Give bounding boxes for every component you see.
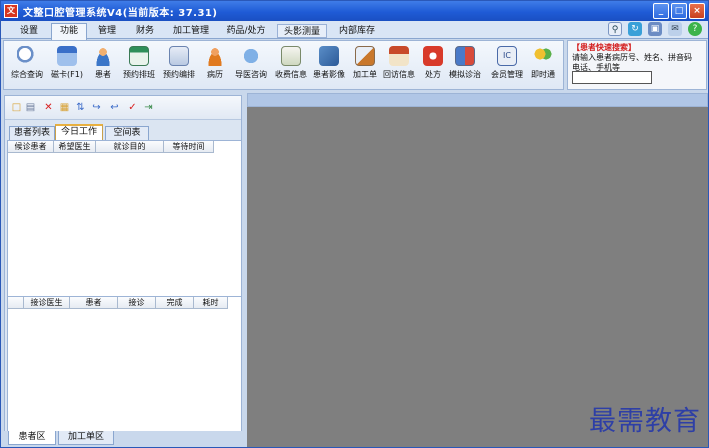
check-icon[interactable]: ✓ (127, 102, 138, 113)
chat-icon[interactable]: ✉ (668, 22, 682, 36)
schedule-icon (169, 46, 189, 66)
document-icon[interactable]: ▤ (25, 102, 36, 113)
waiting-grid-header: 候诊患者 希望医生 就诊目的 等待时间 (8, 141, 214, 153)
column-header[interactable]: 就诊目的 (96, 141, 164, 152)
watermark-text: 最需教育 (589, 406, 701, 437)
window-title: 文整口腔管理系统V4(当前版本: 37.31) (23, 8, 218, 19)
patient-quick-search: 【患者快速搜索】 请输入患者病历号、姓名、拼音码 电话、手机等 (567, 40, 707, 90)
tab-work-order-area[interactable]: 加工单区 (58, 431, 114, 445)
column-header[interactable]: 希望医生 (54, 141, 96, 152)
tab-functions[interactable]: 功能 (51, 23, 87, 40)
column-header[interactable]: 患者 (70, 297, 118, 308)
house-icon (389, 46, 409, 66)
quick-search-title: 【患者快速搜索】 (572, 43, 636, 52)
column-header[interactable]: 耗时 (194, 297, 228, 308)
search-icon[interactable]: ⚲ (608, 22, 622, 36)
note-icon[interactable]: ▦ (59, 102, 70, 113)
prescription-icon (423, 46, 443, 66)
title-bar: 文 文整口腔管理系统V4(当前版本: 37.31) _ □ × (1, 1, 708, 21)
tab-processing[interactable]: 加工管理 (165, 24, 217, 39)
tab-free-table[interactable]: 空间表 (105, 126, 149, 140)
tab-today-work[interactable]: 今日工作 (55, 124, 103, 140)
tab-inventory[interactable]: 内部库存 (331, 24, 383, 39)
chart-icon (455, 46, 475, 66)
close-button[interactable]: × (689, 3, 705, 19)
consult-icon (241, 46, 261, 66)
messenger-icon (533, 46, 553, 66)
simulated-treatment-button[interactable]: 模拟诊治 (444, 44, 486, 88)
tab-management[interactable]: 管理 (89, 24, 125, 39)
left-tab-row: 患者列表 今日工作 空间表 (5, 124, 241, 140)
help-icon[interactable]: ? (688, 22, 702, 36)
tab-medicine[interactable]: 药品/处方 (219, 24, 273, 39)
column-header[interactable]: 等待时间 (164, 141, 214, 152)
main-workspace (247, 107, 708, 447)
in-treatment-grid[interactable]: 接诊医生 患者 接诊 完成 耗时 (7, 296, 242, 432)
instant-message-button[interactable]: 即时通 (522, 44, 564, 88)
tab-cephalometry[interactable]: 头影测量 (277, 24, 327, 38)
image-icon (319, 46, 339, 66)
receipt-icon (281, 46, 301, 66)
doctor-icon (205, 46, 225, 66)
window-icon[interactable]: ▣ (648, 22, 662, 36)
calendar-icon (129, 46, 149, 66)
move-icon[interactable]: ⇅ (75, 102, 86, 113)
app-window: 文 文整口腔管理系统V4(当前版本: 37.31) _ □ × 设置 功能 管理… (0, 0, 709, 448)
export-icon[interactable]: ⇥ (143, 102, 154, 113)
refresh-icon[interactable]: ↻ (628, 22, 642, 36)
maximize-button[interactable]: □ (671, 3, 687, 19)
column-header[interactable]: 候诊患者 (8, 141, 54, 152)
workspace-tab-strip (247, 93, 708, 107)
new-file-icon[interactable]: □ (11, 102, 22, 113)
app-logo-icon: 文 (4, 4, 18, 18)
comprehensive-query-button[interactable]: 综合查询 (6, 44, 48, 88)
quick-search-hint: 请输入患者病历号、姓名、拼音码 (572, 53, 692, 62)
magnifier-icon (17, 46, 37, 66)
transfer-in-icon[interactable]: ↪ (91, 102, 102, 113)
billing-info-button[interactable]: 收费信息 (270, 44, 312, 88)
column-header[interactable]: 完成 (156, 297, 194, 308)
ic-card-icon: IC (497, 46, 517, 66)
guide-consult-button[interactable]: 导医咨询 (230, 44, 272, 88)
transfer-out-icon[interactable]: ↩ (109, 102, 120, 113)
row-selector-header (8, 297, 24, 308)
delete-icon[interactable]: ✕ (43, 102, 54, 113)
column-header[interactable]: 接诊 (118, 297, 156, 308)
left-toolbar: □ ▤ ✕ ▦ ⇅ ↪ ↩ ✓ ⇥ (5, 96, 241, 120)
appointment-schedule-button[interactable]: 预约排班 (118, 44, 160, 88)
minimize-button[interactable]: _ (653, 3, 669, 19)
column-header[interactable]: 接诊医生 (24, 297, 70, 308)
tab-patient-area[interactable]: 患者区 (8, 431, 56, 445)
pencil-icon (355, 46, 375, 66)
menu-bar: 设置 功能 管理 财务 加工管理 药品/处方 头影测量 内部库存 (1, 21, 708, 40)
left-panel: □ ▤ ✕ ▦ ⇅ ↪ ↩ ✓ ⇥ 患者列表 今日工作 空间表 候诊患者 希望医… (4, 95, 242, 435)
patient-icon (93, 46, 113, 66)
tab-settings[interactable]: 设置 (11, 24, 47, 39)
tab-finance[interactable]: 财务 (127, 24, 163, 39)
card-icon (57, 46, 77, 66)
bottom-tab-bar: 患者区 加工单区 (4, 431, 242, 445)
quick-search-input[interactable] (572, 71, 652, 84)
function-ribbon: 综合查询 磁卡(F1) 患者 预约排班 预约编排 病历 导医咨询 收费信息 患者… (3, 40, 564, 90)
treatment-grid-header: 接诊医生 患者 接诊 完成 耗时 (8, 297, 228, 309)
tab-patient-list[interactable]: 患者列表 (9, 126, 55, 140)
